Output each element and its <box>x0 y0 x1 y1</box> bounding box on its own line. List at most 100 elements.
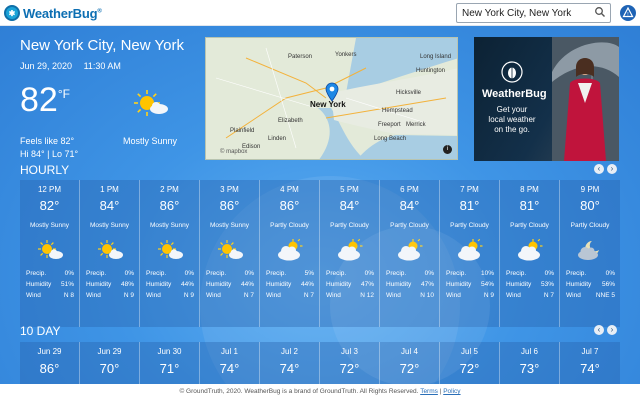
map-label-yonkers: Yonkers <box>335 52 357 58</box>
hourly-column[interactable]: 6 PM 84° Partly Cloudy Precip. 0% Humidity 47%… <box>380 180 440 327</box>
hour-condition: Mostly Sunny <box>29 222 70 229</box>
day-temp: 72° <box>399 361 420 376</box>
hour-condition: Partly Cloudy <box>330 222 369 229</box>
map-label-linden: Linden <box>268 136 287 142</box>
precip-label: Precip. <box>566 270 587 277</box>
day-date: Jul 2 <box>281 347 298 356</box>
policy-link[interactable]: Policy <box>443 388 460 395</box>
partly-cloudy-icon <box>276 238 304 262</box>
humidity-value: 47% <box>360 281 374 288</box>
hourly-next-button[interactable]: › <box>607 164 617 174</box>
humidity-label: Humidity <box>86 281 112 288</box>
map-label-long-island: Long Island <box>420 54 452 60</box>
humidity-value: 56% <box>601 281 615 288</box>
precip-value: 0% <box>184 270 194 277</box>
humidity-value: 44% <box>240 281 254 288</box>
hour-time: 1 PM <box>100 185 119 194</box>
weatherbug-logo[interactable]: ✱ WeatherBug® <box>4 4 102 22</box>
precip-label: Precip. <box>386 270 407 277</box>
map-attribution: © mapbox <box>220 149 248 155</box>
mostly-sunny-icon <box>134 90 168 116</box>
ad-tagline-line-2: local weather <box>488 115 536 124</box>
hour-time: 7 PM <box>460 185 479 194</box>
wind-value: N 7 <box>543 292 554 299</box>
ad-brand: WeatherBug <box>482 88 547 100</box>
humidity-label: Humidity <box>506 281 532 288</box>
day-date: Jun 29 <box>37 347 62 356</box>
daily-column[interactable]: Jul 6 73° <box>500 342 560 384</box>
daily-column[interactable]: Jul 5 72° <box>440 342 500 384</box>
hourly-column[interactable]: 3 PM 86° Mostly Sunny Precip. 0% Humidity 44% W… <box>200 180 260 327</box>
precip-label: Precip. <box>446 270 467 277</box>
feels-like: Feels like 82° <box>20 136 75 146</box>
hourly-column[interactable]: 1 PM 84° Mostly Sunny Precip. 0% Humidity 48% W… <box>80 180 140 327</box>
daily-next-button[interactable]: › <box>607 325 617 335</box>
city-name: New York City, New York <box>20 37 184 54</box>
hourly-column[interactable]: 4 PM 86° Partly Cloudy Precip. 5% Humidity 44%… <box>260 180 320 327</box>
daily-column[interactable]: Jul 3 72° <box>320 342 380 384</box>
wind-value: N 7 <box>303 292 314 299</box>
current-temperature: 82°F <box>20 81 70 120</box>
partly-cloudy-icon <box>396 238 424 262</box>
hourly-nav: ‹ › <box>594 164 617 174</box>
precip-value: 0% <box>124 270 134 277</box>
precip-value: 0% <box>605 270 615 277</box>
map-info-icon[interactable]: i <box>443 145 452 154</box>
humidity-label: Humidity <box>206 281 232 288</box>
map-label-hempstead: Hempstead <box>382 108 413 114</box>
hourly-column[interactable]: 2 PM 86° Mostly Sunny Precip. 0% Humidity 44% W… <box>140 180 200 327</box>
hour-time: 5 PM <box>340 185 359 194</box>
daily-column[interactable]: Jul 7 74° <box>560 342 620 384</box>
humidity-value: 44% <box>300 281 314 288</box>
map-label-elizabeth: Elizabeth <box>278 118 303 124</box>
weather-panel: New York City, New York Jun 29, 2020 11:… <box>0 26 640 384</box>
precip-label: Precip. <box>326 270 347 277</box>
hourly-column[interactable]: 5 PM 84° Partly Cloudy Precip. 0% Humidity 47%… <box>320 180 380 327</box>
hour-time: 6 PM <box>400 185 419 194</box>
daily-column[interactable]: Jul 4 72° <box>380 342 440 384</box>
hour-temp: 81° <box>519 198 540 213</box>
daily-column[interactable]: Jun 30 71° <box>140 342 200 384</box>
hour-condition: Partly Cloudy <box>570 222 610 229</box>
humidity-value: 54% <box>480 281 494 288</box>
mostly-sunny-icon <box>156 238 184 262</box>
humidity-value: 48% <box>120 281 134 288</box>
map-label-huntington: Huntington <box>416 68 446 74</box>
weather-map[interactable]: Paterson Yonkers Huntington Hicksville N… <box>205 37 458 160</box>
day-date: Jul 4 <box>401 347 418 356</box>
wind-label: Wind <box>446 292 461 299</box>
day-date: Jul 3 <box>341 347 358 356</box>
mostly-sunny-icon <box>36 238 64 262</box>
promo-photo <box>552 37 619 161</box>
wind-label: Wind <box>326 292 341 299</box>
daily-column[interactable]: Jun 29 86° <box>20 342 80 384</box>
terms-link[interactable]: Terms <box>420 388 438 395</box>
observation-time: 11:30 AM <box>83 61 121 71</box>
logo-registered-mark: ® <box>97 8 102 15</box>
hour-condition: Partly Cloudy <box>270 222 309 229</box>
promo-banner[interactable]: WeatherBug Get your local weather on the… <box>474 37 619 161</box>
mostly-sunny-icon <box>216 238 244 262</box>
hour-condition: Mostly Sunny <box>89 222 130 229</box>
wind-label: Wind <box>506 292 521 299</box>
location-search-input[interactable]: New York City, New York <box>456 3 611 23</box>
weatherbug-logo-icon: ✱ <box>4 5 20 21</box>
daily-column[interactable]: Jul 2 74° <box>260 342 320 384</box>
daily-column[interactable]: Jul 1 74° <box>200 342 260 384</box>
search-icon[interactable] <box>594 6 606 18</box>
hourly-column[interactable]: 7 PM 81° Partly Cloudy Precip. 10% Humidity 54… <box>440 180 500 327</box>
precip-value: 0% <box>64 270 74 277</box>
daily-column[interactable]: Jun 29 70° <box>80 342 140 384</box>
hourly-column[interactable]: 12 PM 82° Mostly Sunny Precip. 0% Humidity 51%… <box>20 180 80 327</box>
hourly-column[interactable]: 8 PM 81° Partly Cloudy Precip. 0% Humidity 53%… <box>500 180 560 327</box>
precip-value: 0% <box>364 270 374 277</box>
hourly-column[interactable]: 9 PM 80° Partly Cloudy Precip. 0% Humidity 56%… <box>560 180 620 327</box>
alert-icon[interactable]: ! <box>619 4 637 22</box>
humidity-label: Humidity <box>566 281 592 288</box>
hourly-prev-button[interactable]: ‹ <box>594 164 604 174</box>
ad-tagline: Get your local weather on the go. <box>488 105 536 135</box>
humidity-value: 51% <box>60 281 74 288</box>
daily-prev-button[interactable]: ‹ <box>594 325 604 335</box>
ten-day-forecast: Jun 29 86° Jun 29 70° Jun 30 71° Jul 1 74° Jul 2… <box>20 342 620 384</box>
hour-temp: 80° <box>580 198 600 213</box>
